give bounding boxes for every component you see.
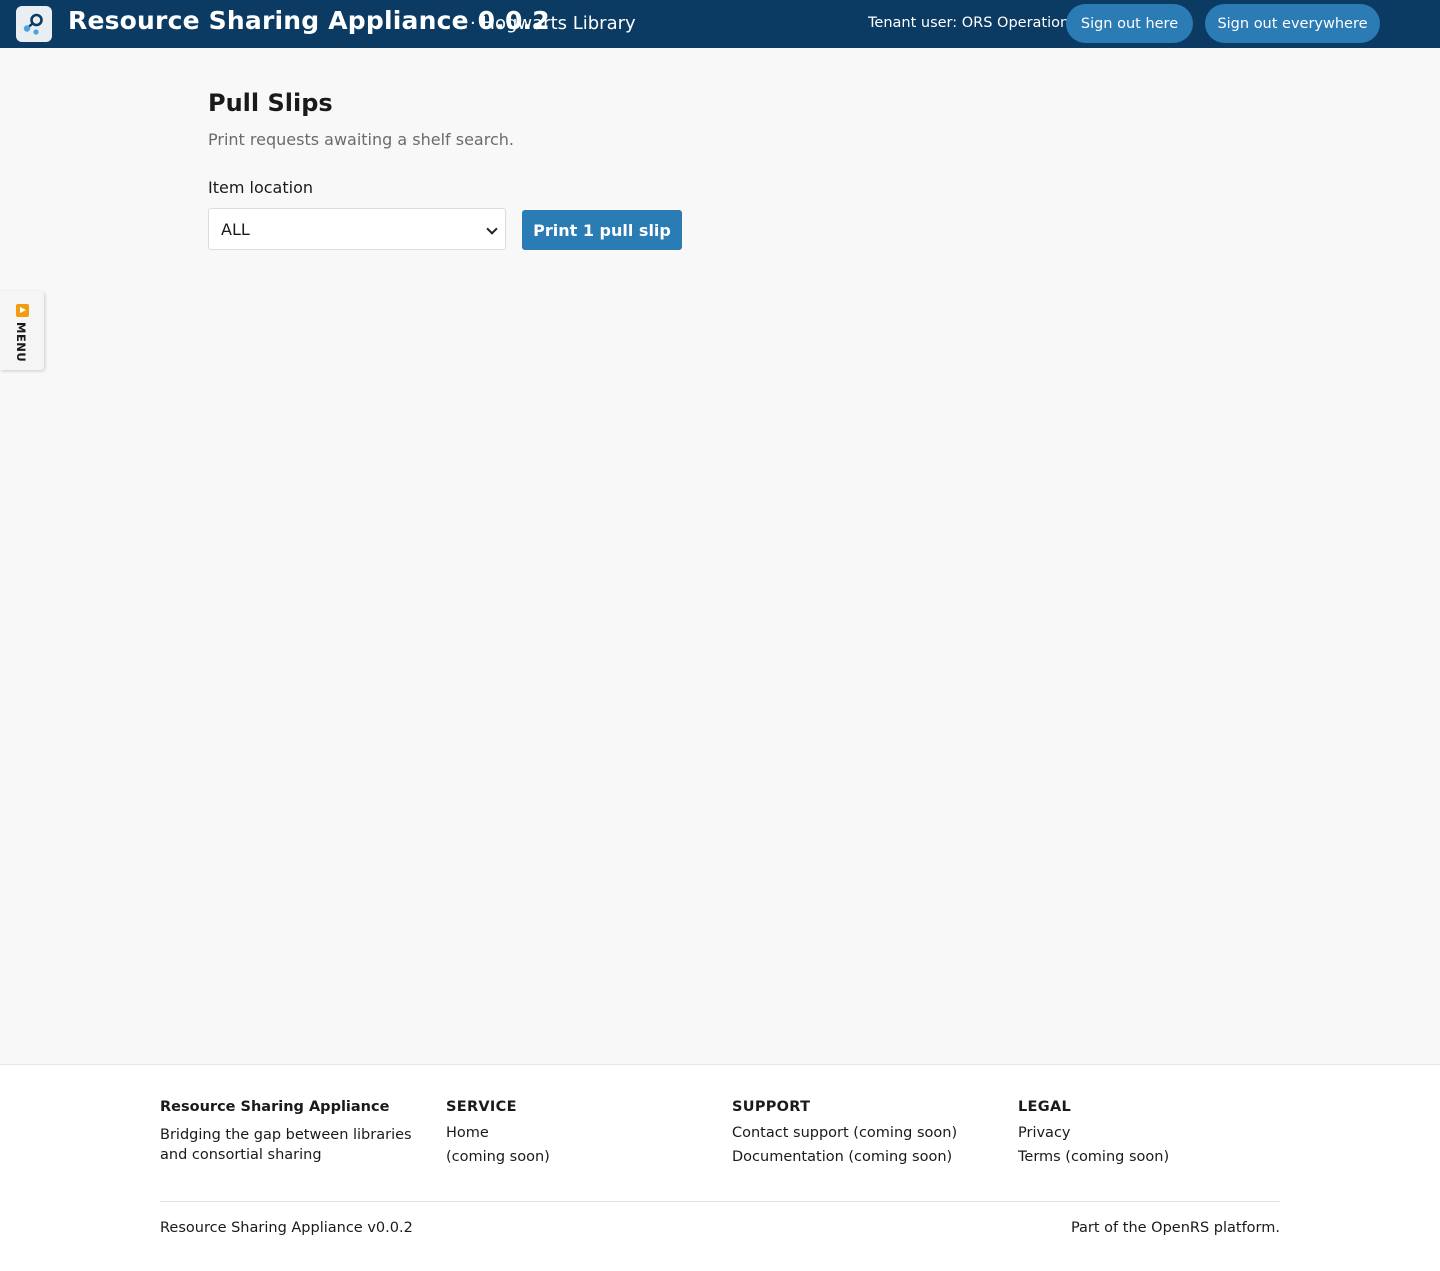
chevron-down-icon xyxy=(486,223,498,235)
footer: Resource Sharing Appliance Bridging the … xyxy=(0,1064,1440,1271)
footer-service-heading: SERVICE xyxy=(446,1099,517,1115)
sign-out-here-button[interactable]: Sign out here xyxy=(1066,4,1193,43)
share-node-icon[interactable] xyxy=(16,6,52,42)
footer-support-heading: SUPPORT xyxy=(732,1099,811,1115)
footer-brand-description: Bridging the gap between libraries and c… xyxy=(160,1127,412,1163)
footer-support: SUPPORT Contact support (coming soon) Do… xyxy=(732,1099,957,1173)
top-header-bar: Resource Sharing Appliance 0.0.2 · Hogwa… xyxy=(0,0,1440,48)
footer-platform-note: Part of the OpenRS platform. xyxy=(1070,1220,1280,1236)
footer-link-privacy[interactable]: Privacy xyxy=(1018,1125,1169,1141)
footer-divider xyxy=(160,1201,1280,1202)
footer-brand-title: Resource Sharing Appliance xyxy=(160,1099,390,1115)
item-location-select[interactable]: ALL xyxy=(208,208,506,250)
play-arrow-icon xyxy=(16,304,29,317)
footer-link-home[interactable]: Home xyxy=(446,1125,550,1141)
item-location-label: Item location xyxy=(208,178,313,197)
footer-link-contact-support[interactable]: Contact support (coming soon) xyxy=(732,1125,957,1141)
print-pull-slip-button[interactable]: Print 1 pull slip xyxy=(522,210,682,250)
page-title: Pull Slips xyxy=(208,89,333,117)
tenant-user-label: Tenant user: ORS Operations xyxy=(868,15,1077,31)
footer-service: SERVICE Home (coming soon) xyxy=(446,1099,550,1173)
item-location-value: ALL xyxy=(221,220,250,239)
footer-brand: Resource Sharing Appliance Bridging the … xyxy=(160,1099,430,1165)
footer-legal-heading: LEGAL xyxy=(1018,1099,1072,1115)
side-menu-label: MENU xyxy=(14,322,28,363)
footer-link-service-coming-soon[interactable]: (coming soon) xyxy=(446,1149,550,1165)
footer-link-documentation[interactable]: Documentation (coming soon) xyxy=(732,1149,957,1165)
footer-link-terms[interactable]: Terms (coming soon) xyxy=(1018,1149,1169,1165)
tenant-name: · Hogwarts Library xyxy=(470,13,636,34)
sign-out-everywhere-button[interactable]: Sign out everywhere xyxy=(1205,4,1380,43)
footer-legal: LEGAL Privacy Terms (coming soon) xyxy=(1018,1099,1169,1173)
page-subtitle: Print requests awaiting a shelf search. xyxy=(208,130,514,149)
footer-version: Resource Sharing Appliance v0.0.2 xyxy=(160,1220,413,1236)
